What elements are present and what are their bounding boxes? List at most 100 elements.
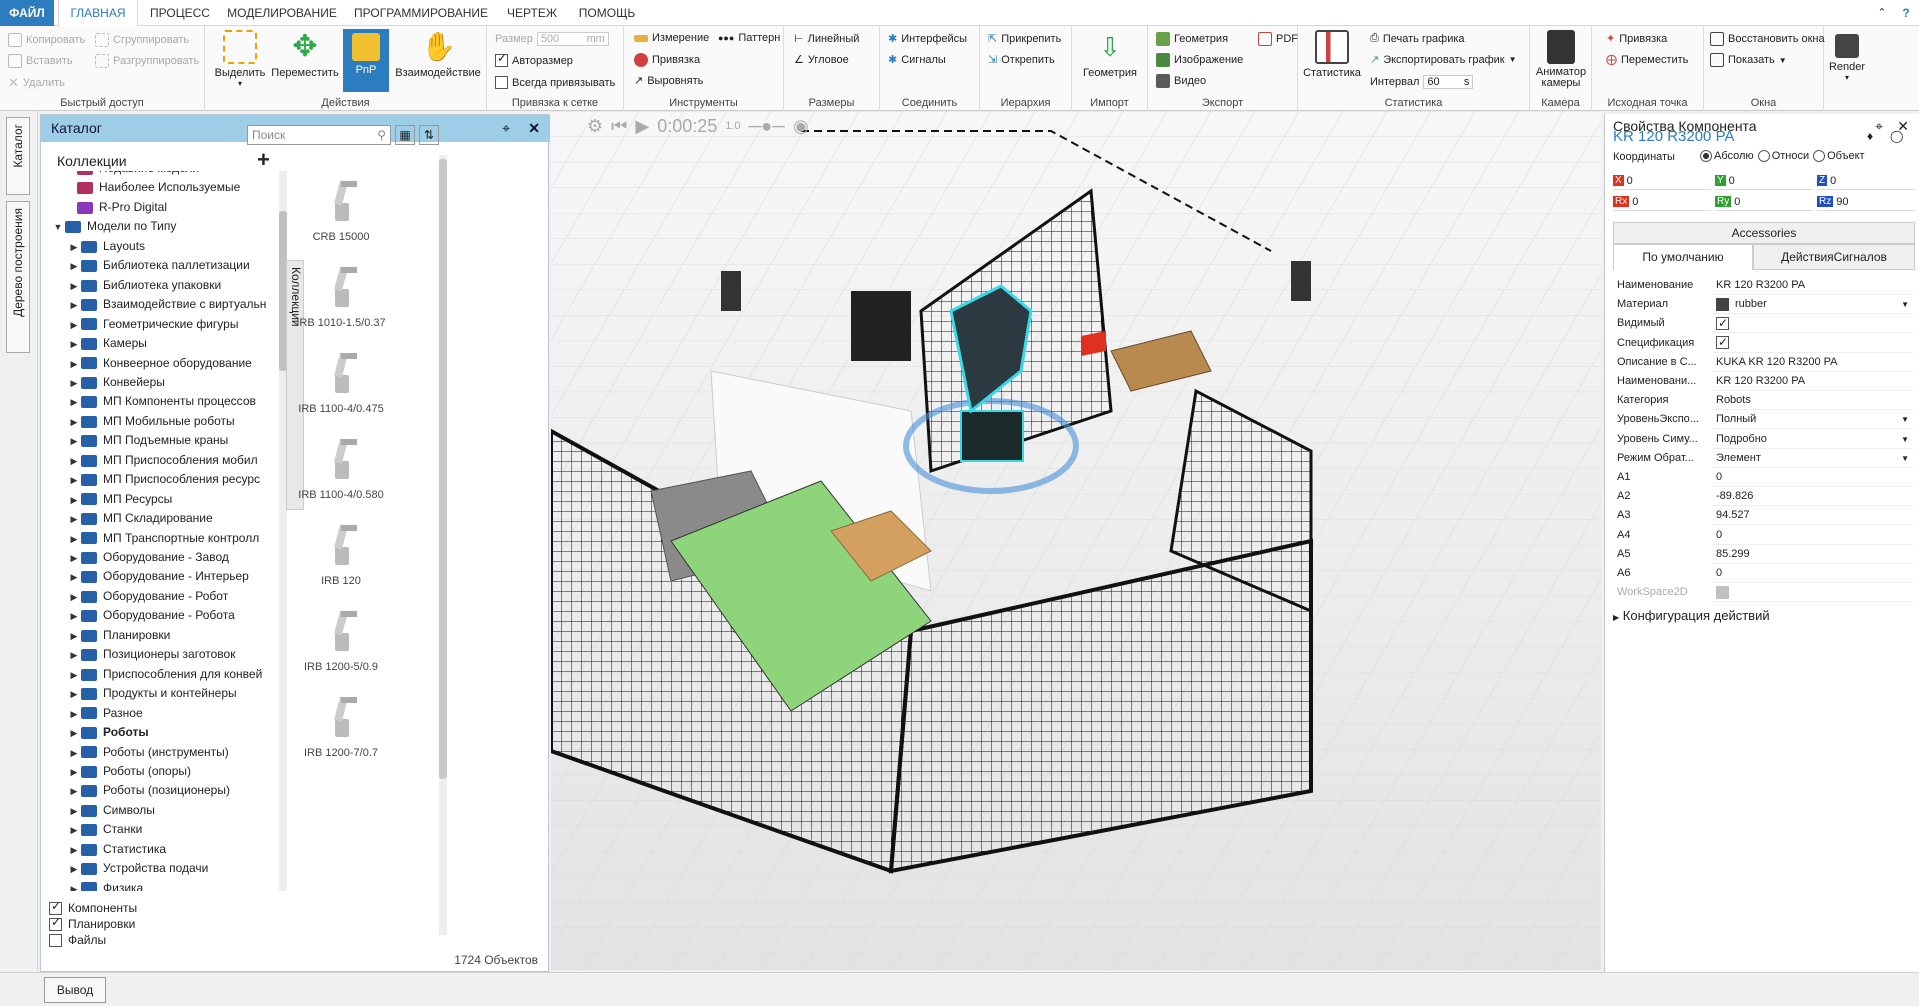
actions-config-expander[interactable]: ▶ Конфигурация действий <box>1613 608 1770 623</box>
print-chart-button[interactable]: ⎙ Печать графика <box>1370 32 1465 45</box>
tab-file[interactable]: ФАЙЛ <box>0 0 54 26</box>
paste-button[interactable]: Вставить <box>8 54 73 68</box>
coord-mode-radio[interactable]: Относи <box>1757 150 1809 162</box>
interact-button[interactable]: ✋ Взаимодействие <box>393 30 483 79</box>
ungroup-button[interactable]: Разгруппировать <box>95 54 199 68</box>
model-scrollbar[interactable] <box>439 155 447 935</box>
model-item[interactable]: IRB 1100-4/0.580 <box>271 435 411 501</box>
tab-home[interactable]: ГЛАВНАЯ <box>58 0 138 27</box>
collapse-ribbon-icon[interactable]: ⌃ <box>1872 0 1892 26</box>
catalog-search-input[interactable]: Поиск ⚲ <box>247 125 391 145</box>
tag-icon[interactable]: ♦ <box>1867 129 1873 143</box>
coord-field[interactable]: X0 <box>1613 172 1711 190</box>
tab-default[interactable]: По умолчанию <box>1613 244 1753 270</box>
record-icon[interactable]: ◉ <box>793 116 809 137</box>
camera-animator-button[interactable]: Аниматор камеры <box>1532 30 1590 89</box>
pnp-button[interactable]: PnP <box>343 29 389 92</box>
export-image-button[interactable]: Изображение <box>1156 53 1243 67</box>
tab-modeling[interactable]: МОДЕЛИРОВАНИЕ <box>226 0 338 26</box>
property-value[interactable]: KUKA KR 120 R3200 PA <box>1713 353 1913 372</box>
grid-view-icon[interactable]: ▦ <box>395 125 415 145</box>
help-icon[interactable]: ? <box>1896 0 1916 26</box>
coord-field[interactable]: Z0 <box>1817 172 1915 190</box>
pin-icon[interactable]: ⌖ <box>502 115 510 142</box>
import-geometry-button[interactable]: ⇩ Геометрия <box>1076 30 1144 79</box>
property-value[interactable]: 0 <box>1713 564 1913 583</box>
statistics-button[interactable]: Статистика <box>1302 30 1362 79</box>
property-value[interactable]: 85.299 <box>1713 545 1913 564</box>
play-icon[interactable]: ▶ <box>635 116 649 137</box>
coord-field[interactable]: Y0 <box>1715 172 1813 190</box>
snap-button[interactable]: Привязка <box>634 53 700 67</box>
property-value[interactable]: 94.527 <box>1713 506 1913 526</box>
show-windows-button[interactable]: Показать ▼ <box>1710 53 1787 67</box>
coord-field[interactable]: Ry 0 <box>1715 193 1813 211</box>
origin-move-button[interactable]: ⨁ Переместить <box>1606 53 1688 67</box>
unlock-icon[interactable]: ◯ <box>1890 129 1903 143</box>
settings-gear-icon[interactable]: ⚙ <box>587 116 603 137</box>
property-value[interactable]: KR 120 R3200 PA <box>1713 372 1913 391</box>
model-item[interactable]: IRB 1100-4/0.475 <box>271 349 411 415</box>
delete-button[interactable]: ✕ Удалить <box>8 75 65 91</box>
property-value[interactable]: Подробно ▼ <box>1713 430 1913 449</box>
filter-checkbox[interactable]: Файлы <box>49 933 106 947</box>
measure-button[interactable]: Измерение <box>634 32 709 44</box>
tab-drawing[interactable]: ЧЕРТЕЖ <box>502 0 562 26</box>
linear-dim-button[interactable]: ⊢ Линейный <box>794 32 859 46</box>
property-value[interactable]: Полный ▼ <box>1713 410 1913 430</box>
property-value[interactable] <box>1713 334 1913 353</box>
tab-programming[interactable]: ПРОГРАММИРОВАНИЕ <box>352 0 490 26</box>
tab-process[interactable]: ПРОЦЕСС <box>146 0 214 26</box>
coord-mode-radio[interactable]: Абсолю <box>1700 150 1754 162</box>
tab-signal-actions[interactable]: ДействияСигналов <box>1753 244 1915 270</box>
model-item[interactable]: CRB 15000 <box>271 177 411 243</box>
tab-help[interactable]: ПОМОЩЬ <box>574 0 640 26</box>
property-value[interactable]: 0 <box>1713 468 1913 487</box>
coord-mode-radio[interactable]: Объект <box>1813 150 1865 162</box>
group-button[interactable]: Сгруппировать <box>95 33 189 47</box>
always-snap-checkbox[interactable]: Всегда привязывать <box>495 76 615 89</box>
rewind-icon[interactable]: ⏮ <box>611 116 627 137</box>
select-button[interactable]: Выделить ▾ <box>210 30 270 88</box>
property-value[interactable]: 0 <box>1713 526 1913 545</box>
interval-field[interactable]: Интервал 60 s <box>1370 75 1474 89</box>
property-value[interactable]: -89.826 <box>1713 487 1913 507</box>
align-button[interactable]: ↗ Выровнять <box>634 74 703 88</box>
sort-icon[interactable]: ⇅ <box>419 125 439 145</box>
pin-icon[interactable]: ⌖ <box>1875 114 1883 138</box>
close-icon[interactable]: ✕ <box>528 115 540 142</box>
origin-snap-button[interactable]: ✦ Привязка <box>1606 32 1667 46</box>
angular-dim-button[interactable]: ∠ Угловое <box>794 53 849 67</box>
property-value[interactable]: KR 120 R3200 PA <box>1713 276 1913 295</box>
coord-field[interactable]: Rz 90 <box>1817 193 1915 211</box>
coord-field[interactable]: Rx 0 <box>1613 193 1711 211</box>
tab-build-tree-vertical[interactable]: Дерево построения <box>6 201 30 353</box>
restore-windows-button[interactable]: Восстановить окна <box>1710 32 1825 46</box>
property-value[interactable]: Robots <box>1713 391 1913 411</box>
output-button[interactable]: Вывод <box>44 977 106 1003</box>
export-video-button[interactable]: Видео <box>1156 74 1206 88</box>
property-value[interactable]: rubber ▼ <box>1713 295 1913 315</box>
accessories-button[interactable]: Accessories <box>1613 222 1915 244</box>
export-pdf-button[interactable]: PDF <box>1258 32 1298 46</box>
model-item[interactable]: IRB 120 <box>271 521 411 587</box>
speed-slider[interactable]: ─●─ <box>749 116 785 137</box>
3d-viewport[interactable]: ⚙ ⏮ ▶ 0:00:25 1.0 ─●─ ◉ <box>551 111 1601 970</box>
export-geometry-button[interactable]: Геометрия <box>1156 32 1228 46</box>
signals-button[interactable]: ✱ Сигналы <box>888 53 946 67</box>
property-value[interactable] <box>1713 583 1913 603</box>
copy-button[interactable]: Копировать <box>8 33 85 47</box>
autosize-checkbox[interactable]: Авторазмер <box>495 51 573 67</box>
interfaces-button[interactable]: ✱ Интерфейсы <box>888 32 967 46</box>
model-item[interactable]: IRB 1200-7/0.7 <box>271 693 411 759</box>
property-value[interactable] <box>1713 314 1913 334</box>
property-value[interactable]: Элемент ▼ <box>1713 449 1913 468</box>
grid-size-field[interactable]: Размер 500 mm <box>495 32 609 46</box>
tab-catalog-vertical[interactable]: Каталог <box>6 117 30 195</box>
model-item[interactable]: IRB 1200-5/0.9 <box>271 607 411 673</box>
export-chart-button[interactable]: ↗ Экспортировать график ▼ <box>1370 53 1517 67</box>
attach-button[interactable]: ⇱ Прикрепить <box>988 32 1061 46</box>
robot-base[interactable] <box>960 410 1024 462</box>
model-item[interactable]: IRB 1010-1.5/0.37 <box>271 263 411 329</box>
detach-button[interactable]: ⇲ Открепить <box>988 53 1055 67</box>
